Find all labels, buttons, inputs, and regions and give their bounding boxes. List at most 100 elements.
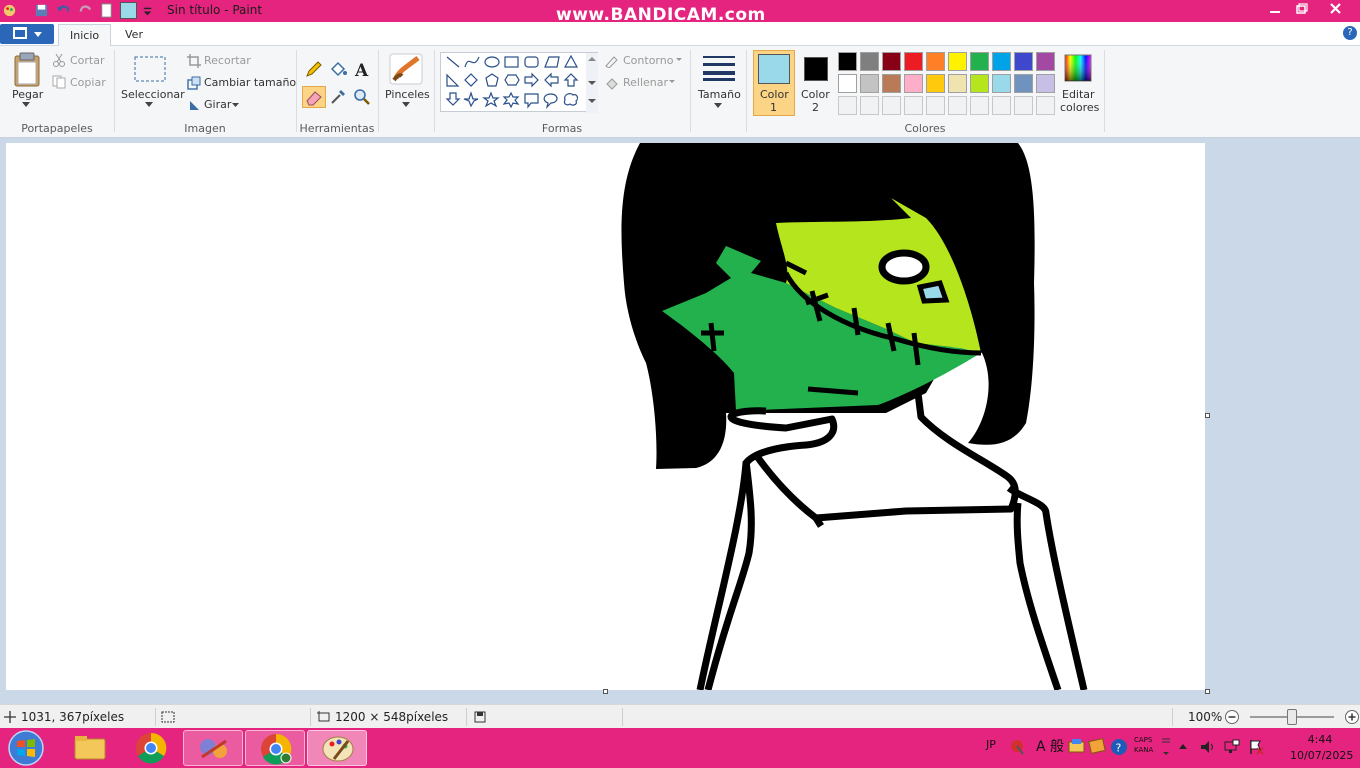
paint-app-icon[interactable] [2,3,17,18]
palette-swatch[interactable] [948,74,967,93]
shape-six-point-star[interactable] [502,91,520,109]
crop-button[interactable]: Recortar [204,54,251,67]
palette-custom-slot[interactable] [838,96,857,115]
palette-swatch[interactable] [926,52,945,71]
shape-five-point-star[interactable] [482,91,500,108]
palette-custom-slot[interactable] [992,96,1011,115]
taskbar-chrome-profile[interactable] [245,730,305,766]
ime-mode[interactable]: A 般 [1036,736,1064,768]
palette-custom-slot[interactable] [860,96,879,115]
fill-bucket-icon[interactable] [328,59,348,79]
resize-handle-right[interactable] [1205,413,1210,418]
outline-dropdown-icon[interactable] [676,58,682,62]
ime-pad-icon[interactable] [1008,737,1026,755]
palette-custom-slot[interactable] [904,96,923,115]
ime-toolbar-icon[interactable] [1068,738,1086,754]
paste-dropdown-icon[interactable] [22,102,30,108]
palette-swatch[interactable] [904,74,923,93]
drawing-canvas[interactable] [6,143,1205,690]
shape-callout-cloud[interactable] [563,93,579,106]
palette-custom-slot[interactable] [970,96,989,115]
shape-rounded-rectangle[interactable] [524,56,539,68]
text-tool-icon[interactable]: A [352,59,372,79]
outline-button[interactable]: Contorno [623,54,673,67]
resize-handle-bottom[interactable] [603,689,608,694]
palette-swatch[interactable] [992,52,1011,71]
paste-button[interactable]: Pegar [12,88,43,101]
palette-swatch[interactable] [992,74,1011,93]
fill-button[interactable]: Rellenar [623,76,668,89]
select-dropdown-icon[interactable] [145,102,153,108]
new-file-icon[interactable] [99,3,114,18]
minimize-button[interactable] [1262,0,1288,18]
shape-curve[interactable] [464,56,480,68]
palette-swatch[interactable] [1036,74,1055,93]
help-icon[interactable]: ? [1343,26,1357,40]
shape-arrow-up[interactable] [563,73,579,87]
undo-icon[interactable] [56,3,71,18]
zoom-out-icon[interactable] [1224,709,1240,725]
color-picker-icon[interactable] [328,87,348,107]
ime-help-icon[interactable]: ? [1110,738,1128,756]
palette-swatch[interactable] [948,52,967,71]
action-center-flag-icon[interactable] [1248,739,1264,755]
resize-button[interactable]: Cambiar tamaño [204,76,296,89]
select-button[interactable]: Seleccionar [121,88,185,101]
taskbar-game-app[interactable] [183,730,243,766]
rotate-button[interactable]: Girar [204,98,231,111]
eraser-tool-selected[interactable] [302,86,326,108]
network-icon[interactable] [1224,739,1240,755]
shape-right-triangle[interactable] [446,73,460,87]
palette-swatch[interactable] [904,52,923,71]
language-indicator[interactable]: JP [986,738,996,768]
zoom-slider-thumb[interactable] [1287,709,1297,725]
shape-oval[interactable] [484,56,500,68]
palette-swatch[interactable] [882,74,901,93]
shape-diamond[interactable] [464,73,478,87]
color2-label[interactable]: Color [801,88,830,101]
clock[interactable]: 4:44 10/07/2025 [1290,733,1353,768]
palette-custom-slot[interactable] [926,96,945,115]
palette-swatch[interactable] [1014,74,1033,93]
palette-custom-slot[interactable] [948,96,967,115]
palette-swatch[interactable] [1014,52,1033,71]
size-button[interactable]: Tamaño [698,88,741,101]
maximize-button[interactable] [1288,0,1314,18]
palette-swatch[interactable] [860,52,879,71]
shape-polygon[interactable] [544,56,560,68]
shape-triangle[interactable] [563,54,579,68]
shape-hexagon[interactable] [504,74,520,86]
palette-swatch[interactable] [838,74,857,93]
save-icon[interactable] [34,3,49,18]
cut-button[interactable]: Cortar [70,54,105,67]
taskbar-paint[interactable] [307,730,367,766]
size-dropdown-icon[interactable] [714,103,722,109]
brushes-dropdown-icon[interactable] [402,102,410,108]
palette-swatch[interactable] [926,74,945,93]
shape-callout-oval[interactable] [543,93,558,109]
start-button-icon[interactable] [6,729,46,767]
shape-callout-rect[interactable] [524,93,539,109]
tab-ver[interactable]: Ver [114,24,154,46]
current-color-icon[interactable] [120,2,137,19]
magnifier-icon[interactable] [352,87,372,107]
pencil-icon[interactable] [304,59,324,79]
shape-four-point-star[interactable] [463,91,479,108]
palette-custom-slot[interactable] [882,96,901,115]
color2-swatch[interactable] [804,57,828,81]
palette-swatch[interactable] [860,74,879,93]
palette-swatch[interactable] [970,74,989,93]
palette-custom-slot[interactable] [1036,96,1055,115]
volume-icon[interactable] [1200,740,1216,754]
shape-rectangle[interactable] [504,56,519,68]
file-menu-button[interactable] [0,24,54,44]
shape-arrow-down[interactable] [445,92,461,106]
zoom-in-icon[interactable] [1344,709,1360,725]
taskbar-chrome[interactable] [121,730,181,766]
shape-arrow-left[interactable] [544,72,559,88]
taskbar-file-explorer[interactable] [60,730,120,766]
shape-arrow-right[interactable] [524,72,539,88]
ime-dictionary-icon[interactable] [1088,738,1106,754]
palette-swatch[interactable] [1036,52,1055,71]
close-button[interactable] [1314,0,1358,18]
